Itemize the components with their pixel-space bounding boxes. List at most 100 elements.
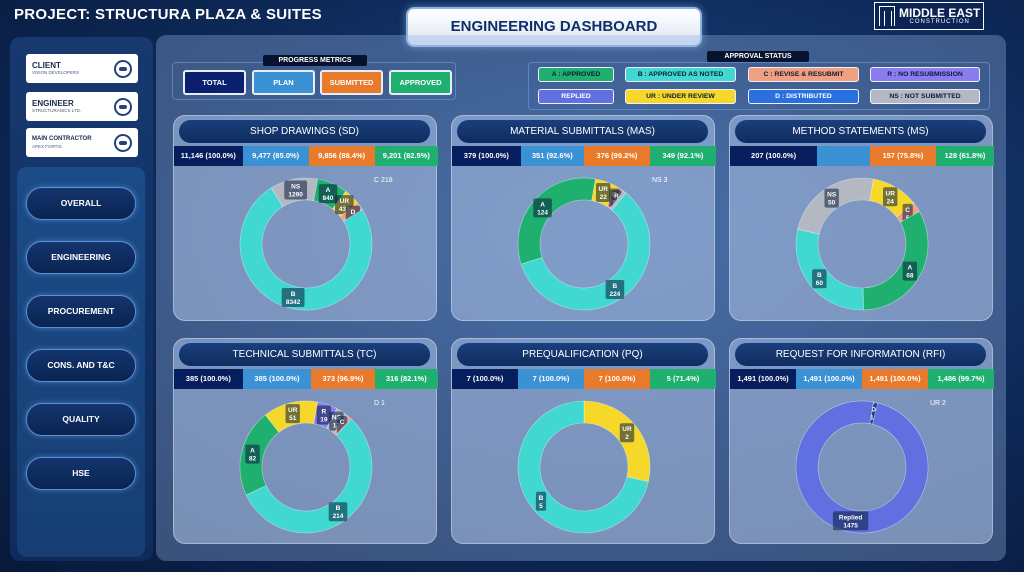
stat-submitted: 9,856 (88.4%): [308, 146, 375, 166]
segment-label: B5: [535, 491, 547, 511]
stat-plan: 7 (100.0%): [518, 369, 584, 389]
nav-quality[interactable]: QUALITY: [26, 403, 136, 436]
donut-segment-b[interactable]: [795, 228, 864, 311]
stat-submitted: 1,491 (100.0%): [862, 369, 928, 389]
svg-text:22: 22: [600, 194, 608, 201]
panel-material-submittals: MATERIAL SUBMITTALS (MAS) 379 (100.0%) 3…: [451, 115, 716, 321]
contractor-card: MAIN CONTRACTOR APEX FORTIS: [26, 128, 138, 157]
nav-overall[interactable]: OVERALL: [26, 187, 136, 220]
donut-segment-a[interactable]: [862, 211, 929, 311]
engineer-card: ENGINEER STRUCTURANICS LTD.: [26, 92, 138, 121]
progress-metrics-label: PROGRESS METRICS: [263, 55, 367, 66]
panel-title[interactable]: TECHNICAL SUBMITTALS (TC): [178, 342, 431, 367]
metric-approved-button[interactable]: APPROVED: [389, 70, 452, 95]
svg-text:NS: NS: [291, 183, 301, 190]
svg-text:A: A: [250, 448, 255, 455]
legend-under-review[interactable]: UR : UNDER REVIEW: [625, 89, 736, 104]
svg-text:A: A: [326, 187, 331, 194]
contractor-name: APEX FORTIS: [32, 144, 62, 149]
stat-total: 207 (100.0%): [730, 146, 818, 166]
client-card: CLIENT VISION DEVELOPERS: [26, 54, 138, 83]
stat-plan: [817, 146, 870, 166]
outside-label: C 218: [374, 177, 393, 184]
svg-text:224: 224: [609, 291, 620, 298]
stat-total: 7 (100.0%): [452, 369, 518, 389]
segment-label: A840: [318, 184, 338, 204]
contractor-role: MAIN CONTRACTOR: [32, 136, 92, 142]
stat-approved: 9,201 (82.5%): [374, 146, 438, 166]
stats-bar: 11,146 (100.0%) 9,477 (85.0%) 9,856 (88.…: [174, 146, 438, 166]
client-role: CLIENT: [32, 61, 61, 70]
metric-submitted-button[interactable]: SUBMITTED: [320, 70, 383, 95]
panel-title[interactable]: REQUEST FOR INFORMATION (RFI): [734, 342, 987, 367]
legend-not-submitted[interactable]: NS : NOT SUBMITTED: [870, 89, 980, 104]
svg-text:19: 19: [320, 416, 328, 423]
stat-approved: 5 (71.4%): [650, 369, 716, 389]
metric-plan-button[interactable]: PLAN: [252, 70, 315, 95]
nav-procurement[interactable]: PROCUREMENT: [26, 295, 136, 328]
nav-cons-tc[interactable]: CONS. AND T&C: [26, 349, 136, 382]
stat-approved: 349 (92.1%): [649, 146, 716, 166]
svg-text:B: B: [539, 495, 544, 502]
svg-text:60: 60: [816, 280, 824, 287]
client-logo-icon: [114, 59, 132, 78]
segment-label: R19: [316, 405, 332, 425]
svg-text:68: 68: [906, 273, 914, 280]
stat-total: 379 (100.0%): [452, 146, 521, 166]
svg-text:NS: NS: [827, 192, 837, 199]
project-title: PROJECT: STRUCTURA PLAZA & SUITES: [14, 6, 322, 23]
stats-bar: 207 (100.0%) 157 (75.8%) 128 (61.8%): [730, 146, 994, 166]
contractor-logo-icon: [114, 133, 132, 152]
panel-title[interactable]: SHOP DRAWINGS (SD): [178, 119, 431, 144]
segment-label: A124: [533, 198, 552, 218]
status-donut-chart: R19NS12C4B214A82UR51D 1: [239, 400, 385, 534]
logo-text-sub: CONSTRUCTION: [909, 19, 970, 25]
segment-label: B224: [605, 280, 625, 300]
svg-text:B: B: [336, 505, 341, 512]
legend-revise-resubmit[interactable]: C : REVISE & RESUBMIT: [748, 67, 859, 82]
stat-submitted: 376 (99.2%): [583, 146, 650, 166]
stat-total: 385 (100.0%): [174, 369, 243, 389]
svg-text:C: C: [340, 419, 345, 426]
svg-text:R: R: [321, 408, 326, 415]
svg-text:UR: UR: [599, 186, 609, 193]
stat-submitted: 373 (96.9%): [311, 369, 375, 389]
segment-label: UR2: [619, 423, 635, 443]
stats-bar: 385 (100.0%) 385 (100.0%) 373 (96.9%) 31…: [174, 369, 438, 389]
legend-replied[interactable]: REPLIED: [538, 89, 614, 104]
panel-title[interactable]: METHOD STATEMENTS (MS): [734, 119, 987, 144]
panel-title[interactable]: PREQUALIFICATION (PQ): [456, 342, 709, 367]
svg-text:UR: UR: [288, 407, 298, 414]
legend-approved[interactable]: A : APPROVED: [538, 67, 614, 82]
nav-engineering[interactable]: ENGINEERING: [26, 241, 136, 274]
svg-text:UR: UR: [622, 426, 632, 433]
status-donut-chart: UR22C5R1B224A124NS 3: [517, 177, 668, 311]
svg-text:82: 82: [249, 456, 257, 463]
segment-label: UR22: [596, 182, 611, 202]
legend-distributed[interactable]: D : DISTRIBUTED: [748, 89, 859, 104]
svg-text:214: 214: [333, 513, 344, 520]
stats-bar: 1,491 (100.0%) 1,491 (100.0%) 1,491 (100…: [730, 369, 994, 389]
panel-title[interactable]: MATERIAL SUBMITTALS (MAS): [456, 119, 709, 144]
svg-text:24: 24: [887, 198, 895, 205]
svg-text:B: B: [613, 283, 618, 290]
svg-text:2: 2: [625, 434, 629, 441]
donut-segment-ur[interactable]: [583, 400, 651, 483]
svg-text:UR: UR: [340, 198, 350, 205]
nav-hse[interactable]: HSE: [26, 457, 136, 490]
legend-approved-as-noted[interactable]: B : APPROVED AS NOTED: [625, 67, 736, 82]
segment-label: NS50: [824, 188, 839, 208]
segment-label: A68: [902, 261, 918, 281]
legend-no-resubmission[interactable]: R : NO RESUBMISSION: [870, 67, 980, 82]
svg-text:B: B: [291, 291, 296, 298]
svg-text:Replied: Replied: [839, 514, 863, 521]
donut-segment-a[interactable]: [517, 177, 596, 265]
engineer-name: STRUCTURANICS LTD.: [32, 108, 82, 113]
metric-total-button[interactable]: TOTAL: [183, 70, 246, 95]
stat-plan: 385 (100.0%): [242, 369, 312, 389]
stat-submitted: 157 (75.8%): [869, 146, 936, 166]
segment-label: B214: [328, 502, 348, 522]
engineer-role: ENGINEER: [32, 99, 74, 108]
stats-bar: 379 (100.0%) 351 (92.6%) 376 (99.2%) 349…: [452, 146, 716, 166]
sidebar: CLIENT VISION DEVELOPERS ENGINEER STRUCTUR…: [10, 37, 153, 561]
